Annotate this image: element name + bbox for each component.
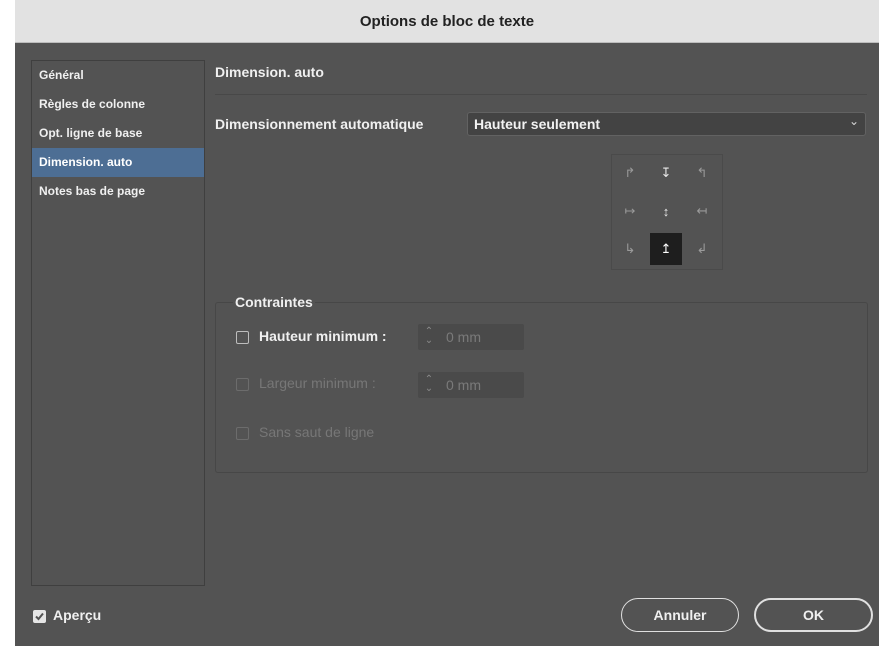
ref-point-middle-left-icon[interactable]: ↦ (614, 195, 646, 227)
sidebar-item-column-rules[interactable]: Règles de colonne (32, 90, 204, 119)
dialog-window: Options de bloc de texte Général Règles … (15, 0, 879, 646)
auto-size-label: Dimensionnement automatique (215, 116, 424, 132)
cancel-button[interactable]: Annuler (621, 598, 739, 632)
ref-point-bottom-left-icon[interactable]: ↳ (614, 233, 646, 265)
stepper-arrows-icon[interactable]: ⌃ ⌄ (424, 324, 434, 346)
min-height-value: 0 mm (446, 329, 481, 345)
sidebar-item-baseline-options[interactable]: Opt. ligne de base (32, 119, 204, 148)
reference-point-grid: ↱ ↧ ↰ ↦ ↕ ↤ ↳ ↥ ↲ (611, 154, 723, 270)
ref-point-top-center-icon[interactable]: ↧ (650, 157, 682, 189)
stepper-arrows-icon[interactable]: ⌃ ⌄ (424, 372, 434, 394)
sidebar-item-general[interactable]: Général (32, 61, 204, 90)
ref-point-bottom-right-icon[interactable]: ↲ (686, 233, 718, 265)
ref-point-center-icon[interactable]: ↕ (650, 195, 682, 227)
ok-button[interactable]: OK (754, 598, 873, 632)
section-divider (215, 94, 867, 95)
ref-point-middle-right-icon[interactable]: ↤ (686, 195, 718, 227)
sidebar: Général Règles de colonne Opt. ligne de … (31, 60, 205, 586)
min-height-checkbox[interactable] (236, 331, 249, 344)
title-bar[interactable]: Options de bloc de texte (15, 0, 879, 43)
ref-point-top-right-icon[interactable]: ↰ (686, 157, 718, 189)
sidebar-item-footnotes[interactable]: Notes bas de page (32, 177, 204, 206)
ref-point-bottom-center-icon[interactable]: ↥ (650, 233, 682, 265)
no-line-break-checkbox[interactable] (236, 427, 249, 440)
no-line-break-label: Sans saut de ligne (259, 424, 375, 440)
min-width-stepper[interactable]: ⌃ ⌄ 0 mm (418, 372, 524, 398)
section-title: Dimension. auto (215, 64, 324, 80)
min-height-stepper[interactable]: ⌃ ⌄ 0 mm (418, 324, 524, 350)
constraints-title: Contraintes (233, 294, 315, 310)
preview-label: Aperçu (53, 607, 102, 623)
auto-size-select[interactable]: Hauteur seulement ⌄ (467, 112, 866, 136)
sidebar-item-auto-size[interactable]: Dimension. auto (32, 148, 204, 177)
min-height-label: Hauteur minimum : (259, 328, 387, 344)
min-width-checkbox[interactable] (236, 378, 249, 391)
chevron-down-icon: ⌄ (848, 114, 859, 128)
auto-size-value: Hauteur seulement (474, 116, 601, 132)
cancel-button-label: Annuler (653, 607, 707, 623)
ok-button-label: OK (803, 607, 824, 623)
dialog-title: Options de bloc de texte (359, 12, 535, 30)
preview-checkbox[interactable] (33, 610, 46, 623)
checkmark-icon (35, 612, 44, 621)
ref-point-top-left-icon[interactable]: ↱ (614, 157, 646, 189)
min-width-label: Largeur minimum : (259, 375, 376, 391)
min-width-value: 0 mm (446, 377, 481, 393)
